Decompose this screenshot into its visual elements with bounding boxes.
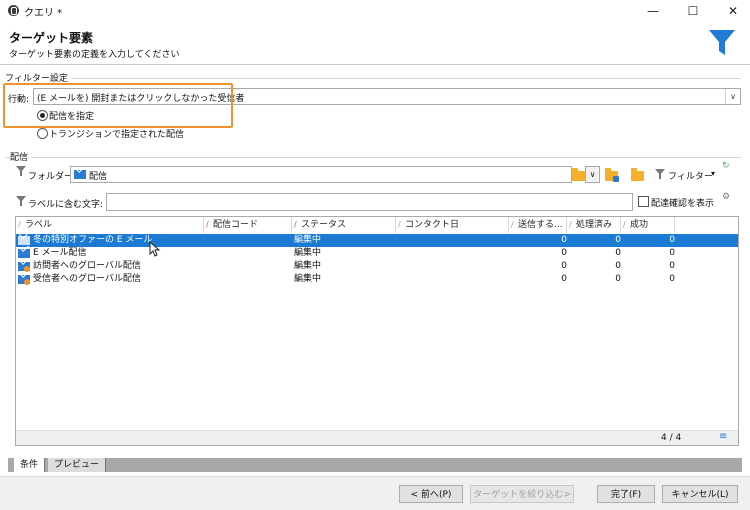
row-to-send: 0 (561, 235, 567, 245)
highlight-box (3, 83, 233, 128)
radio-transition-delivery-label: トランジションで指定された配信 (49, 130, 185, 140)
row-status: 編集中 (294, 248, 322, 258)
row-success: 0 (669, 261, 675, 271)
label-search-input[interactable] (106, 193, 633, 211)
folder-navigate-arrow-icon (613, 176, 619, 182)
finish-button[interactable]: 完了(F) (597, 485, 655, 503)
minimize-button[interactable]: — (642, 2, 664, 20)
app-icon (8, 5, 19, 16)
filter-button[interactable]: フィルター (668, 169, 713, 182)
row-processed: 0 (615, 235, 621, 245)
col-header-status[interactable]: / ステータス (292, 217, 396, 233)
col-header-contact-date[interactable]: / コンタクト日 (396, 217, 509, 233)
page-count: 4 / 4 (661, 433, 682, 443)
col-header-code[interactable]: / 配信コード (204, 217, 292, 233)
label-search-label: ラベルに含む文字: (28, 200, 104, 210)
col-header-processed[interactable]: / 処理済み (567, 217, 621, 233)
row-to-send: 0 (561, 261, 567, 271)
refresh-icon[interactable]: ↻ (722, 161, 730, 171)
delivery-group-line (5, 157, 741, 158)
narrow-target-button[interactable]: ターゲットを絞り込む> (470, 485, 574, 503)
email-icon (74, 170, 86, 179)
table-row[interactable]: 受信者へのグローバル配信 編集中 0 0 0 (16, 273, 738, 286)
folder-label: フォルダー: (28, 172, 77, 182)
table-row[interactable]: 冬の特別オファーの E メール 編集中 0 0 0 (16, 234, 738, 247)
row-processed: 0 (615, 248, 621, 258)
radio-specified-delivery-label: 配信を指定 (49, 112, 95, 122)
page-subtitle: ターゲット要素の定義を入力してください (9, 50, 180, 60)
col-header-label[interactable]: / ラベル (16, 217, 204, 233)
radio-specified-delivery[interactable] (37, 110, 48, 121)
row-to-send: 0 (561, 274, 567, 284)
back-button[interactable]: < 前へ(P) (399, 485, 463, 503)
row-label: 冬の特別オファーの E メール (33, 235, 153, 245)
row-status: 編集中 (294, 235, 322, 245)
row-status: 編集中 (294, 261, 322, 271)
row-status: 編集中 (294, 274, 322, 284)
folder-filter-icon (16, 166, 26, 176)
open-folder-icon[interactable] (631, 168, 644, 181)
row-success: 0 (669, 248, 675, 258)
table-row[interactable]: E メール配信 編集中 0 0 0 (16, 247, 738, 260)
filter-dropdown-icon[interactable]: ▾ (711, 169, 715, 178)
row-processed: 0 (615, 274, 621, 284)
folder-browse-icon[interactable] (572, 168, 585, 181)
show-linked-label: 配達確認を表示 (651, 199, 715, 209)
close-button[interactable]: ✕ (722, 2, 744, 20)
grid-footer: 4 / 4 ≡ (16, 430, 738, 445)
row-processed: 0 (615, 261, 621, 271)
row-success: 0 (669, 274, 675, 284)
row-label: 受信者へのグローバル配信 (33, 274, 141, 284)
tab-preview[interactable]: プレビュー (48, 458, 107, 472)
filter-funnel-icon (709, 30, 735, 55)
show-linked-checkbox[interactable] (638, 196, 649, 207)
menu-lines-icon[interactable]: ≡ (719, 431, 727, 442)
row-label: 訪問者へのグローバル配信 (33, 261, 141, 271)
delivery-grid: / ラベル / 配信コード / ステータス / コンタクト日 / 送信する... / 処理済… (15, 216, 739, 446)
window-title: クエリ * (24, 8, 63, 19)
folder-dropdown-button[interactable]: ∨ (585, 166, 600, 183)
col-header-success[interactable]: / 成功 (621, 217, 675, 233)
tab-conditions[interactable]: 条件 (14, 458, 46, 472)
page-title: ターゲット要素 (9, 31, 94, 45)
row-success: 0 (669, 235, 675, 245)
settings-gear-icon[interactable]: ⚙ (722, 192, 730, 202)
table-row[interactable]: 訪問者へのグローバル配信 編集中 0 0 0 (16, 260, 738, 273)
folder-value: 配信 (89, 172, 108, 182)
delivery-group-label: 配信 (10, 150, 32, 163)
tab-strip: 条件 プレビュー (8, 458, 742, 472)
row-label: E メール配信 (33, 248, 87, 258)
folder-field[interactable]: 配信 (70, 166, 572, 183)
header-separator (0, 64, 750, 65)
button-bar: < 前へ(P) ターゲットを絞り込む> 完了(F) キャンセル(L) (0, 476, 750, 510)
chevron-down-icon[interactable]: ∨ (725, 89, 740, 104)
col-header-to-send[interactable]: / 送信する... (509, 217, 567, 233)
filter-group-line (5, 78, 741, 79)
maximize-button[interactable]: ☐ (682, 2, 704, 20)
global-badge-icon (24, 279, 30, 285)
radio-transition-delivery[interactable] (37, 128, 48, 139)
title-bar: クエリ * — ☐ ✕ (0, 0, 750, 22)
row-to-send: 0 (561, 248, 567, 258)
label-filter-icon (16, 196, 26, 206)
cancel-button[interactable]: キャンセル(L) (662, 485, 738, 503)
filter-icon (655, 169, 665, 179)
